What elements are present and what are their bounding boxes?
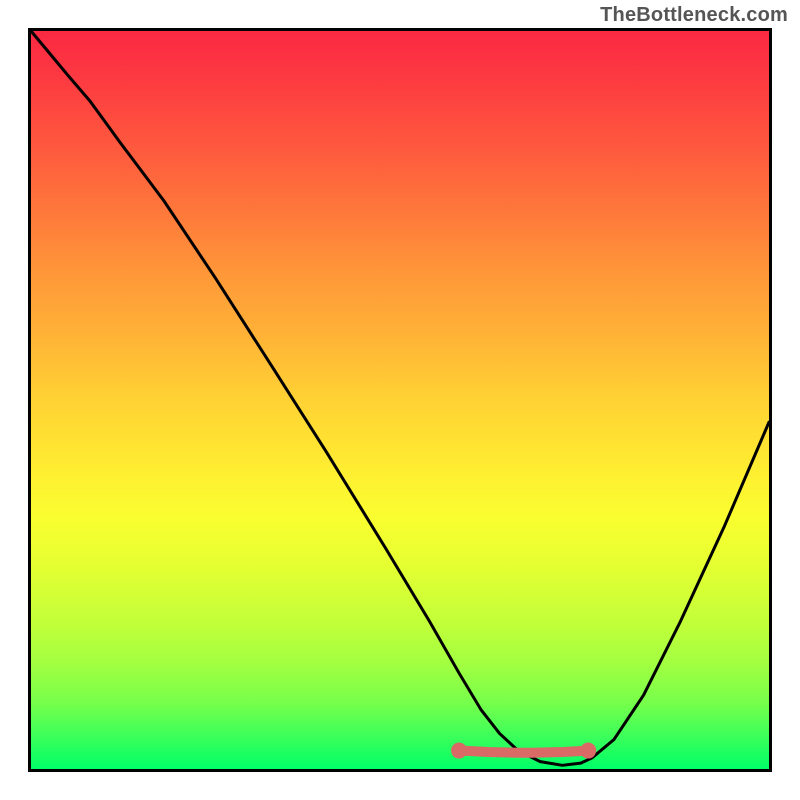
series-highlight (459, 751, 588, 753)
plot-area (31, 31, 769, 769)
marker-0 (451, 743, 467, 759)
watermark-text: TheBottleneck.com (600, 4, 788, 27)
plot-svg (31, 31, 769, 769)
plot-frame (28, 28, 772, 772)
series-curve (31, 31, 769, 765)
marker-1 (580, 743, 596, 759)
chart-container: TheBottleneck.com (0, 0, 800, 800)
